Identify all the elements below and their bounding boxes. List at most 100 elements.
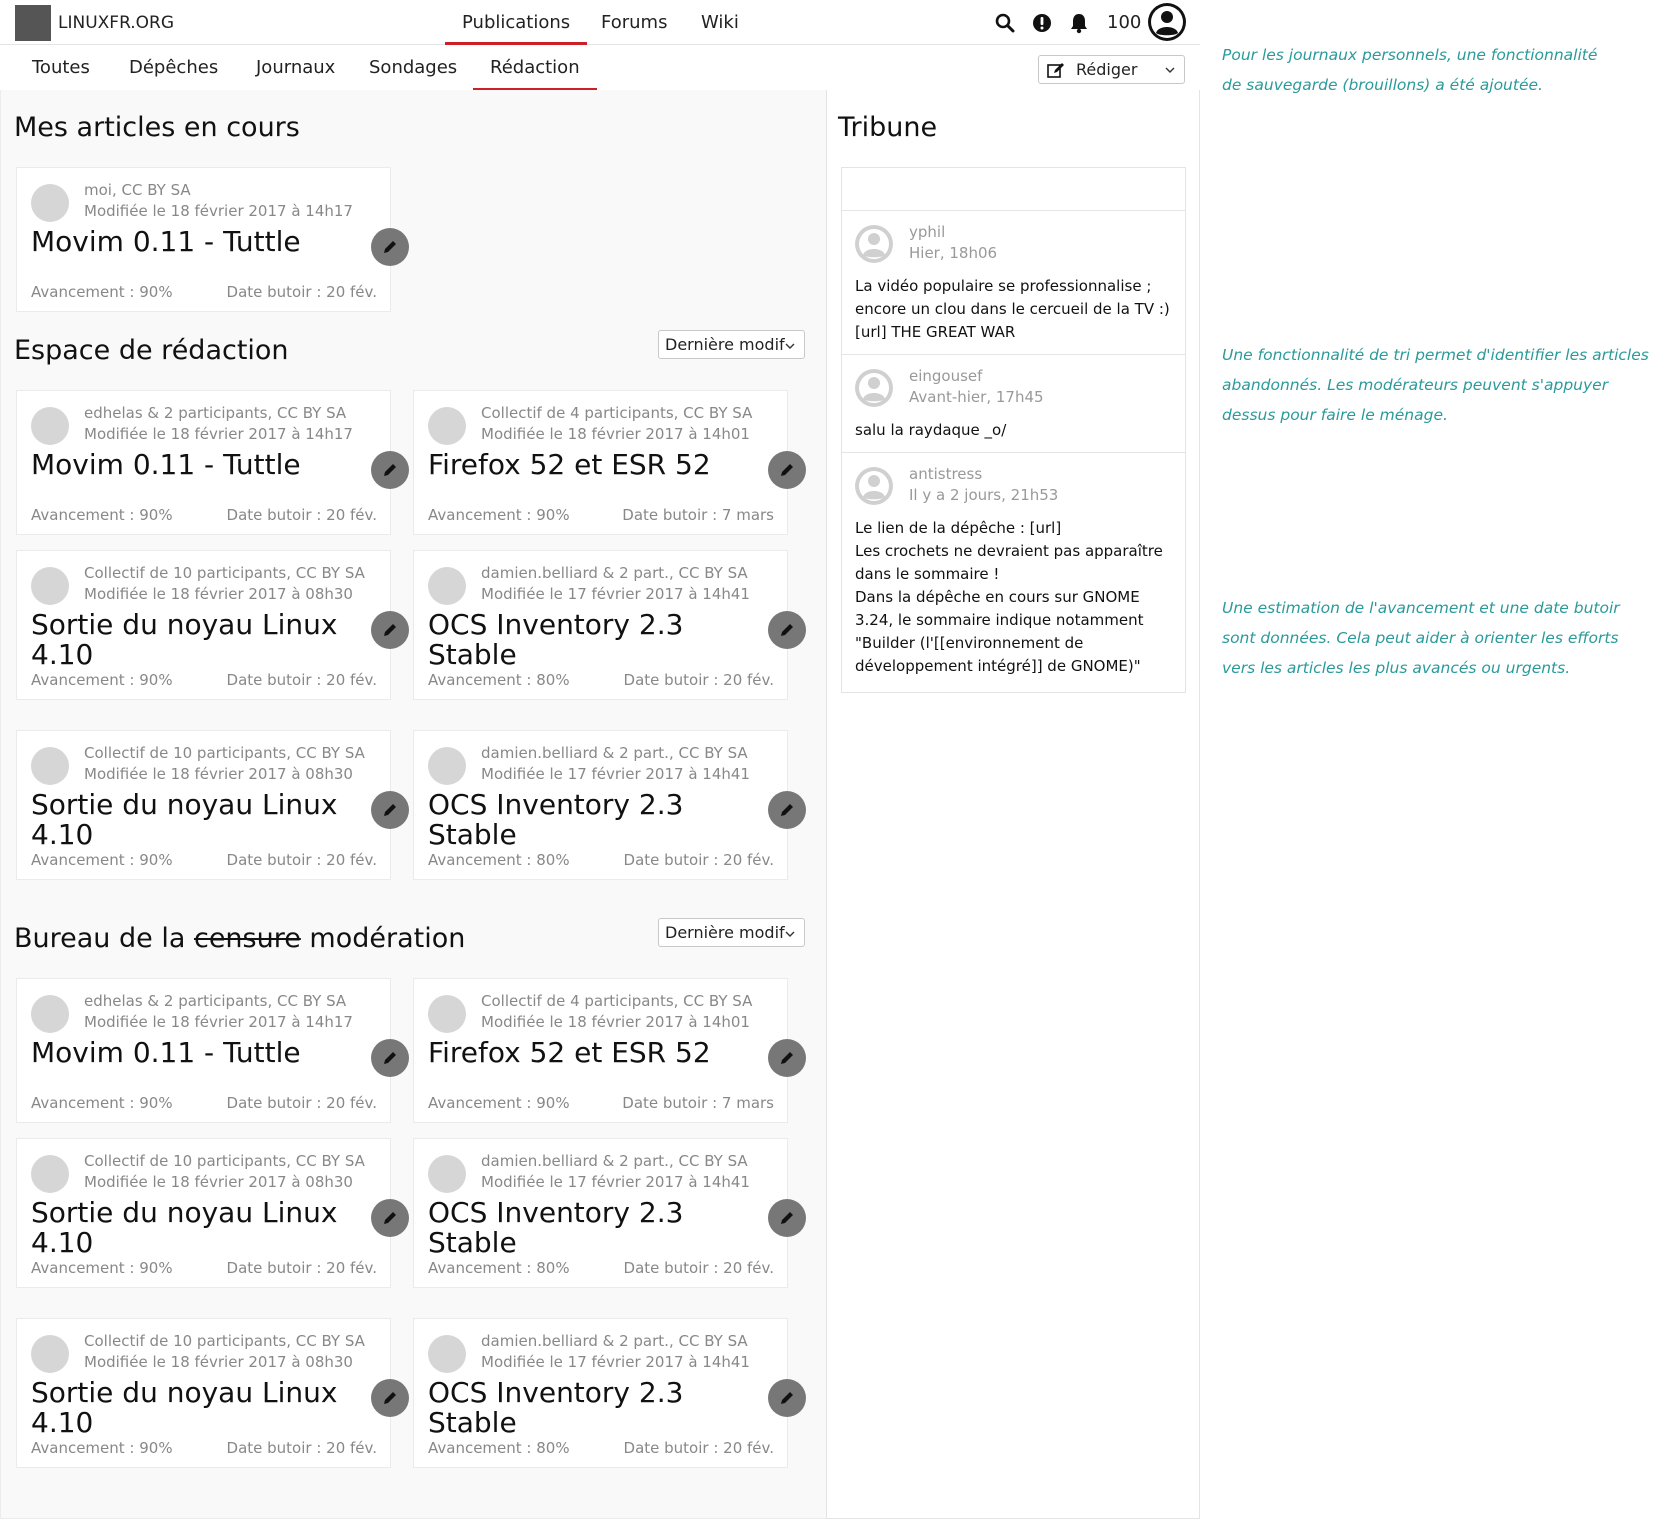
- card-title[interactable]: OCS Inventory 2.3 Stable: [428, 1378, 748, 1438]
- pencil-icon: [384, 1212, 396, 1224]
- pencil-icon: [781, 1212, 793, 1224]
- card-author: damien.belliard & 2 part., CC BY SA: [481, 1152, 748, 1170]
- tribune-input[interactable]: [841, 167, 1186, 211]
- card-modified: Modifiée le 18 février 2017 à 14h01: [481, 1013, 750, 1031]
- user-avatar-icon[interactable]: [1148, 3, 1186, 41]
- user-silhouette-icon: [859, 373, 889, 403]
- tab-sondages[interactable]: Sondages: [369, 57, 457, 78]
- section-title-mine: Mes articles en cours: [14, 112, 300, 143]
- pencil-icon: [384, 241, 396, 253]
- edit-button[interactable]: [371, 1199, 409, 1237]
- article-card[interactable]: damien.belliard & 2 part., CC BY SA Modi…: [413, 1138, 806, 1288]
- card-author: Collectif de 10 participants, CC BY SA: [84, 744, 365, 762]
- message-author[interactable]: yphil: [909, 223, 945, 241]
- site-logo[interactable]: [15, 5, 51, 41]
- card-title[interactable]: Movim 0.11 - Tuttle: [31, 227, 351, 257]
- edit-button[interactable]: [768, 1039, 806, 1077]
- pencil-icon: [384, 624, 396, 636]
- annotation-progress: Une estimation de l'avancement et une da…: [1222, 599, 1620, 677]
- card-deadline: Date butoir : 20 fév.: [226, 1439, 377, 1457]
- card-modified: Modifiée le 18 février 2017 à 14h17: [84, 1013, 353, 1031]
- card-title[interactable]: Sortie du noyau Linux 4.10: [31, 1198, 351, 1258]
- author-avatar: [855, 225, 893, 263]
- card-title[interactable]: Sortie du noyau Linux 4.10: [31, 1378, 351, 1438]
- card-title[interactable]: Firefox 52 et ESR 52: [428, 450, 748, 480]
- card-author: edhelas & 2 participants, CC BY SA: [84, 404, 347, 422]
- article-card[interactable]: Collectif de 4 participants, CC BY SA Mo…: [413, 390, 806, 535]
- site-name[interactable]: LINUXFR.ORG: [58, 13, 174, 33]
- article-card[interactable]: edhelas & 2 participants, CC BY SA Modif…: [16, 390, 409, 535]
- tribune-panel: Tribune yphil Hier, 18h06 La vidéo popul…: [826, 90, 1200, 1519]
- sub-nav: Toutes Dépêches Journaux Sondages Rédact…: [0, 46, 1200, 91]
- tribune-title: Tribune: [838, 112, 938, 143]
- nav-wiki[interactable]: Wiki: [701, 12, 739, 33]
- search-icon[interactable]: [994, 12, 1016, 34]
- message-author[interactable]: eingousef: [909, 367, 982, 385]
- edit-button[interactable]: [768, 451, 806, 489]
- edit-button[interactable]: [371, 791, 409, 829]
- card-modified: Modifiée le 18 février 2017 à 14h17: [84, 425, 353, 443]
- author-avatar: [855, 369, 893, 407]
- article-card[interactable]: moi, CC BY SA Modifiée le 18 février 201…: [16, 167, 409, 312]
- card-modified: Modifiée le 18 février 2017 à 14h17: [84, 202, 353, 220]
- article-card[interactable]: Collectif de 4 participants, CC BY SA Mo…: [413, 978, 806, 1123]
- edit-button[interactable]: [768, 1199, 806, 1237]
- sort-select-moderation[interactable]: Dernière modif: [658, 918, 805, 947]
- section-title-suffix: modération: [300, 923, 466, 954]
- card-title[interactable]: OCS Inventory 2.3 Stable: [428, 790, 748, 850]
- card-deadline: Date butoir : 20 fév.: [226, 506, 377, 524]
- annotation-drafts: Pour les journaux personnels, une foncti…: [1222, 46, 1598, 94]
- nav-publications[interactable]: Publications: [444, 12, 588, 45]
- pencil-icon: [384, 1052, 396, 1064]
- tab-toutes[interactable]: Toutes: [32, 57, 90, 78]
- card-modified: Modifiée le 18 février 2017 à 08h30: [84, 1353, 353, 1371]
- card-author: Collectif de 10 participants, CC BY SA: [84, 1332, 365, 1350]
- edit-button[interactable]: [768, 611, 806, 649]
- card-title[interactable]: Movim 0.11 - Tuttle: [31, 450, 351, 480]
- article-card[interactable]: damien.belliard & 2 part., CC BY SA Modi…: [413, 730, 806, 880]
- article-card[interactable]: damien.belliard & 2 part., CC BY SA Modi…: [413, 1318, 806, 1468]
- card-deadline: Date butoir : 20 fév.: [226, 1259, 377, 1277]
- edit-button[interactable]: [371, 1039, 409, 1077]
- tab-redaction[interactable]: Rédaction: [473, 57, 597, 91]
- tab-depeches[interactable]: Dépêches: [129, 57, 218, 78]
- alert-icon[interactable]: [1031, 12, 1053, 34]
- edit-button[interactable]: [371, 611, 409, 649]
- article-card[interactable]: Collectif de 10 participants, CC BY SA M…: [16, 1318, 409, 1468]
- edit-button[interactable]: [768, 791, 806, 829]
- card-deadline: Date butoir : 7 mars: [622, 1094, 774, 1112]
- tab-journaux[interactable]: Journaux: [256, 57, 335, 78]
- card-modified: Modifiée le 17 février 2017 à 14h41: [481, 1173, 750, 1191]
- edit-button[interactable]: [768, 1379, 806, 1417]
- card-title[interactable]: Sortie du noyau Linux 4.10: [31, 610, 351, 670]
- pencil-icon: [781, 464, 793, 476]
- bell-icon[interactable]: [1068, 12, 1090, 34]
- sort-select-workspace[interactable]: Dernière modif: [658, 330, 805, 359]
- card-title[interactable]: Sortie du noyau Linux 4.10: [31, 790, 351, 850]
- author-avatar: [855, 467, 893, 505]
- message-author[interactable]: antistress: [909, 465, 982, 483]
- article-card[interactable]: Collectif de 10 participants, CC BY SA M…: [16, 730, 409, 880]
- nav-forums[interactable]: Forums: [601, 12, 667, 33]
- karma-score: 100: [1107, 12, 1142, 33]
- edit-button[interactable]: [371, 228, 409, 266]
- article-card[interactable]: Collectif de 10 participants, CC BY SA M…: [16, 1138, 409, 1288]
- card-modified: Modifiée le 17 février 2017 à 14h41: [481, 765, 750, 783]
- message-time: Avant-hier, 17h45: [909, 388, 1044, 406]
- card-title[interactable]: Firefox 52 et ESR 52: [428, 1038, 748, 1068]
- write-button[interactable]: Rédiger: [1038, 55, 1185, 84]
- card-title[interactable]: OCS Inventory 2.3 Stable: [428, 610, 748, 670]
- pencil-icon: [781, 804, 793, 816]
- card-progress: Avancement : 90%: [31, 283, 173, 301]
- author-avatar: [31, 184, 69, 222]
- card-deadline: Date butoir : 20 fév.: [623, 1259, 774, 1277]
- edit-button[interactable]: [371, 1379, 409, 1417]
- card-title[interactable]: OCS Inventory 2.3 Stable: [428, 1198, 748, 1258]
- card-progress: Avancement : 90%: [31, 1439, 173, 1457]
- article-card[interactable]: Collectif de 10 participants, CC BY SA M…: [16, 550, 409, 700]
- card-title[interactable]: Movim 0.11 - Tuttle: [31, 1038, 351, 1068]
- article-card[interactable]: edhelas & 2 participants, CC BY SA Modif…: [16, 978, 409, 1123]
- article-card[interactable]: damien.belliard & 2 part., CC BY SA Modi…: [413, 550, 806, 700]
- edit-button[interactable]: [371, 451, 409, 489]
- user-silhouette-icon: [859, 229, 889, 259]
